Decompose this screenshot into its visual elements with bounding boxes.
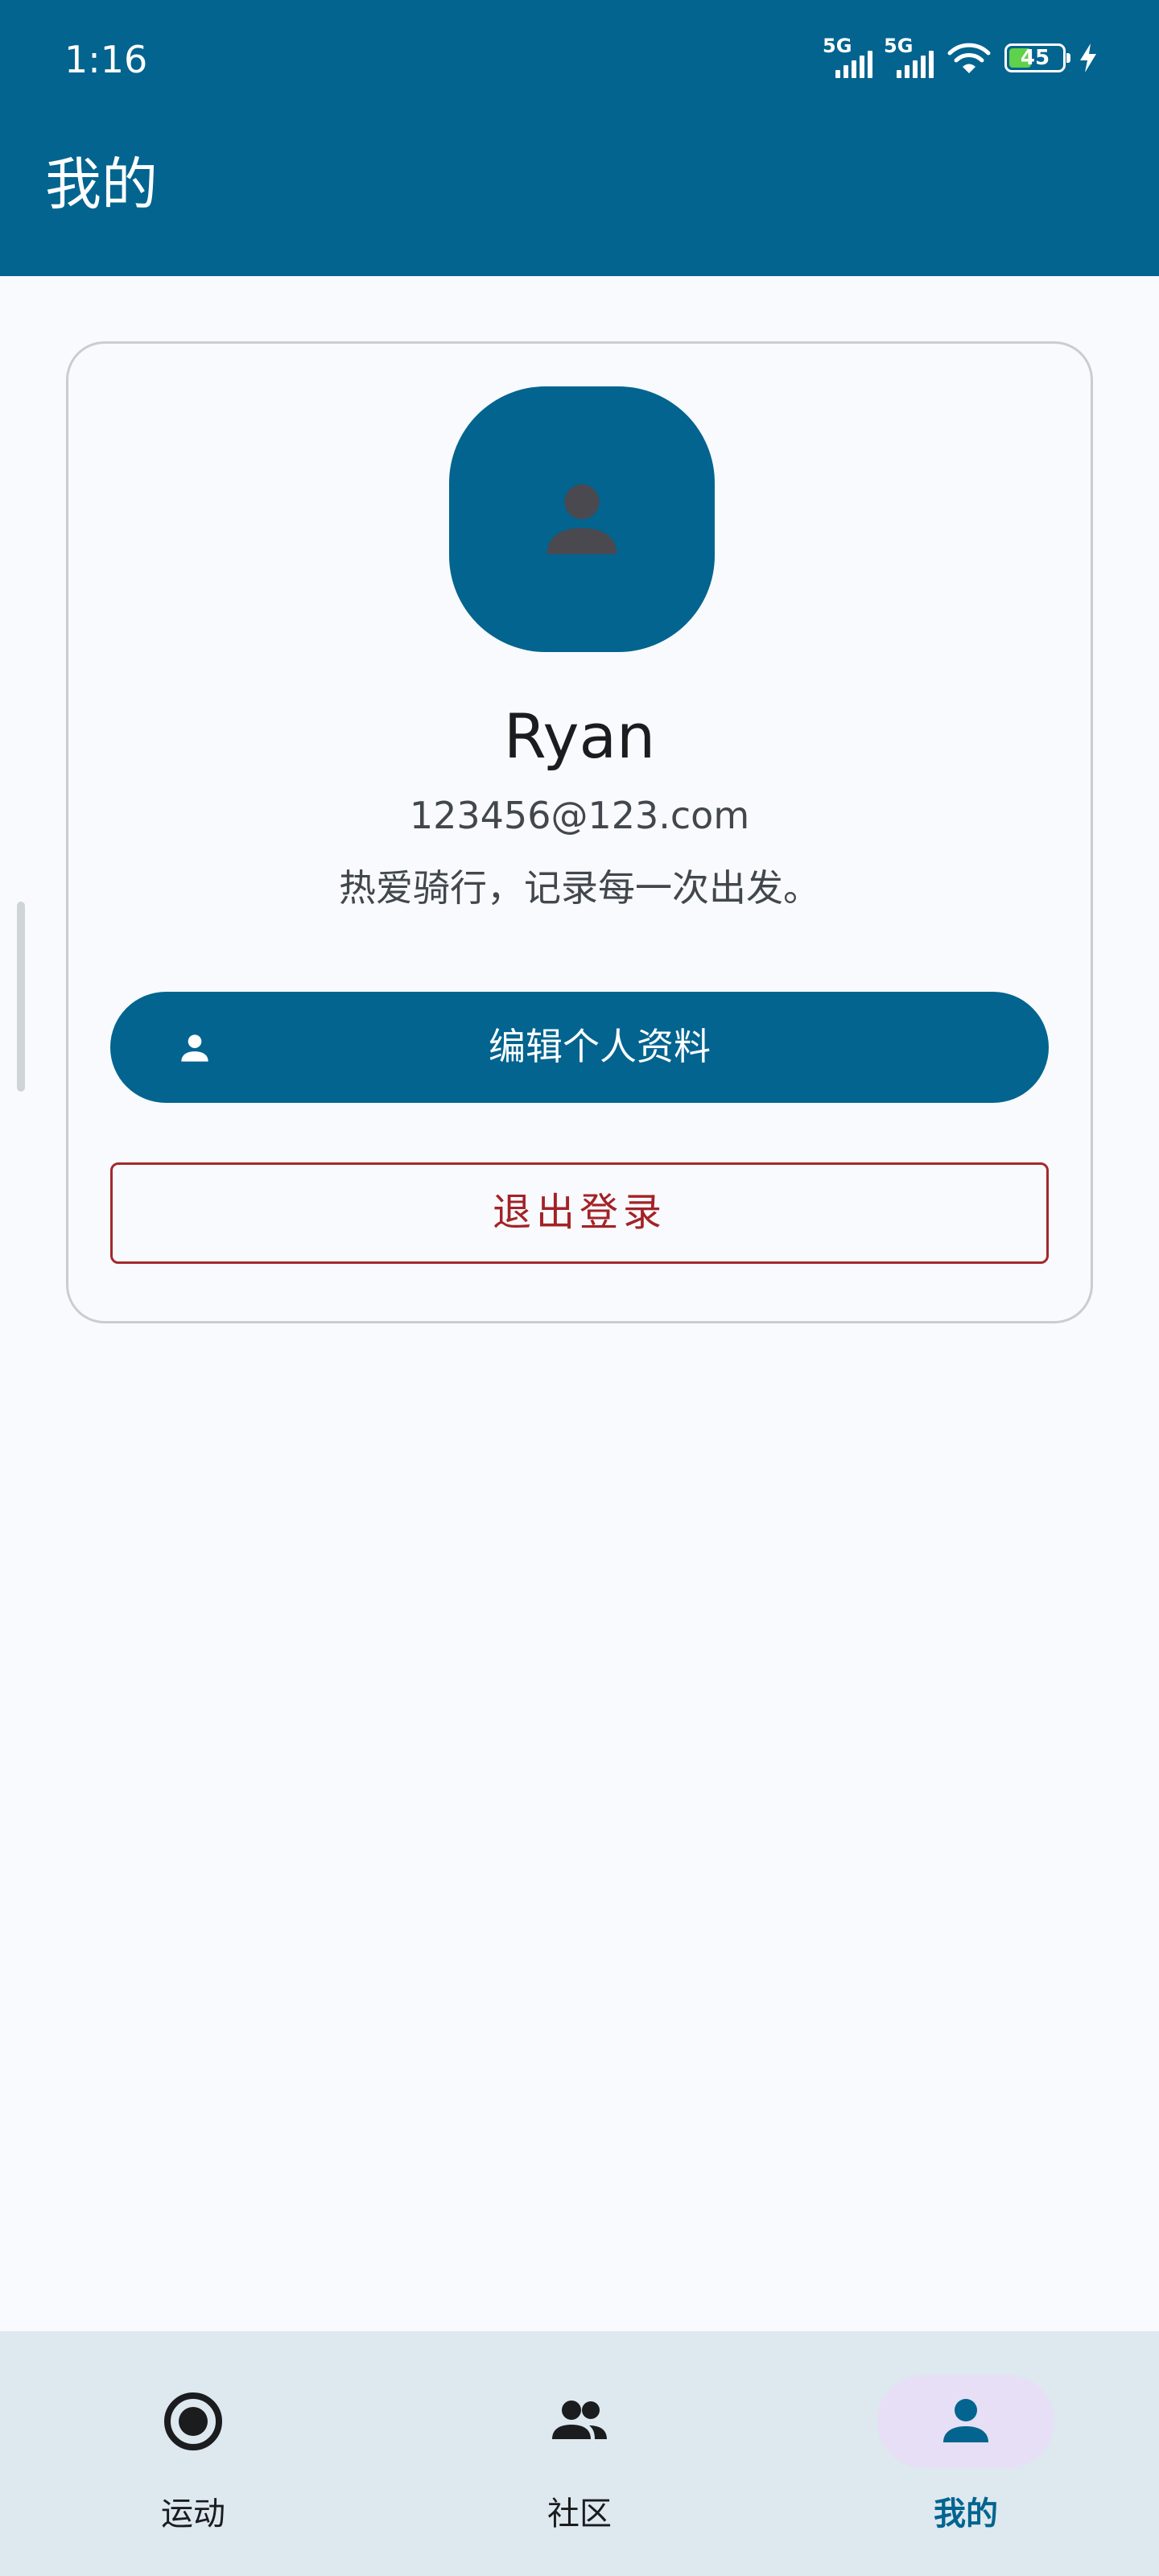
nav-item-mine[interactable]: 我的 xyxy=(773,2331,1159,2576)
person-icon xyxy=(547,484,617,555)
page-title: 我的 xyxy=(45,151,158,217)
wifi-icon xyxy=(947,43,991,73)
signal-5g-icon: 5G xyxy=(823,36,872,80)
bottom-navigation: 运动 社区 我的 xyxy=(0,2331,1159,2576)
logout-button[interactable]: 退出登录 xyxy=(110,1162,1049,1264)
charging-icon xyxy=(1080,43,1096,72)
logout-label: 退出登录 xyxy=(492,1191,666,1234)
nav-label-mine: 我的 xyxy=(934,2496,998,2533)
signal-5g-icon: 5G xyxy=(884,36,934,80)
group-icon xyxy=(552,2401,607,2439)
person-icon xyxy=(943,2399,988,2442)
user-name: Ryan xyxy=(503,700,656,772)
user-bio: 热爱骑行，记录每一次出发。 xyxy=(339,866,820,910)
status-time: 1:16 xyxy=(64,38,148,81)
nav-label-community: 社区 xyxy=(547,2496,612,2533)
avatar[interactable] xyxy=(449,386,715,652)
nav-item-exercise[interactable]: 运动 xyxy=(0,2331,386,2576)
record-icon xyxy=(164,2392,222,2450)
battery-icon: 45 xyxy=(1004,43,1070,72)
profile-screen: 1:16 5G 5G 45 我的 Ryan 123456@123.com 热爱骑… xyxy=(0,0,1159,2576)
profile-card: Ryan 123456@123.com 热爱骑行，记录每一次出发。 编辑个人资料… xyxy=(66,341,1093,1323)
nav-label-exercise: 运动 xyxy=(161,2496,225,2533)
scroll-indicator[interactable] xyxy=(17,902,25,1092)
status-icons: 5G 5G 45 xyxy=(823,34,1099,82)
user-email: 123456@123.com xyxy=(409,794,750,837)
top-app-bar: 1:16 5G 5G 45 我的 xyxy=(0,0,1159,276)
battery-level: 45 xyxy=(1020,46,1050,70)
edit-profile-label: 编辑个人资料 xyxy=(489,1026,711,1067)
nav-item-community[interactable]: 社区 xyxy=(386,2331,773,2576)
edit-profile-button[interactable]: 编辑个人资料 xyxy=(110,992,1049,1103)
